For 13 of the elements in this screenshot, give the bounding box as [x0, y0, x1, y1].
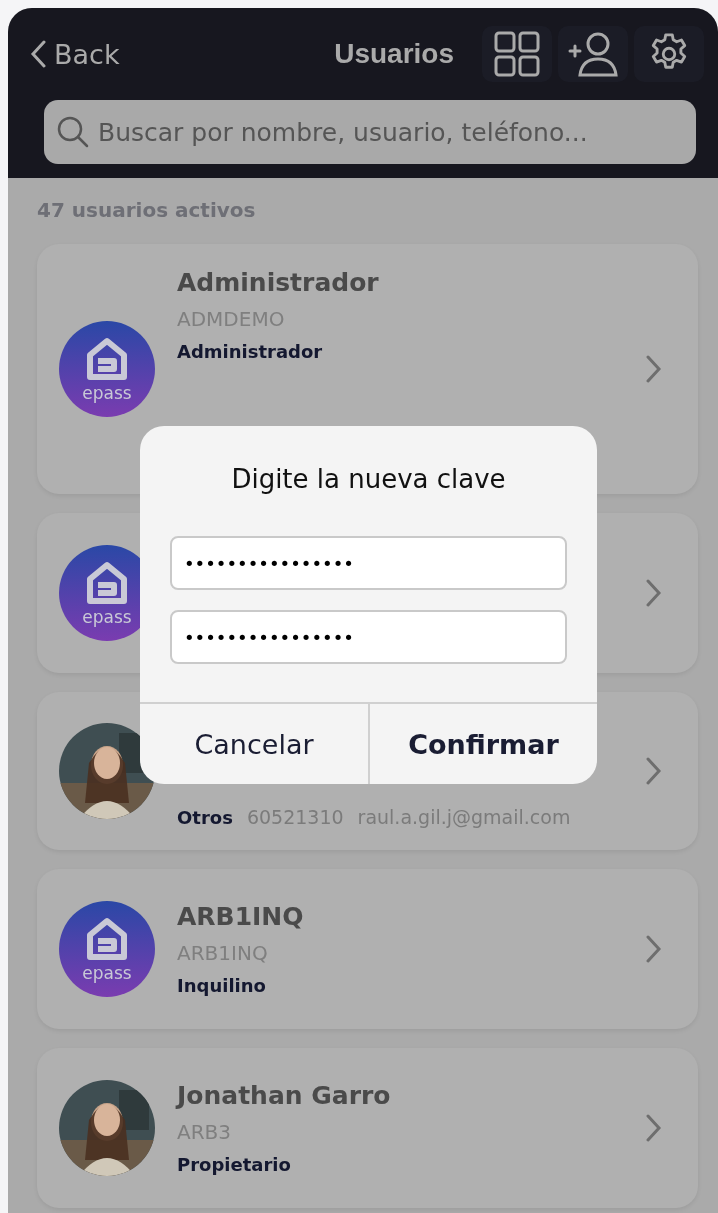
user-name: ARB1INQ: [177, 902, 305, 931]
user-role: Administrador: [177, 341, 323, 362]
user-name: Administrador: [177, 268, 380, 297]
user-role: Inquilino: [177, 975, 266, 996]
dialog-title: Digite la nueva clave: [230, 463, 507, 496]
user-name: Jonathan Garro: [177, 1081, 392, 1110]
logo-text: epass: [82, 964, 132, 982]
screen-title: Usuarios: [334, 38, 454, 70]
logo-text: epass: [82, 384, 132, 402]
user-role: Otros: [177, 807, 233, 828]
logo-text: epass: [82, 608, 132, 626]
user-role: Propietario: [177, 1154, 291, 1175]
user-count: 47 usuarios activos: [36, 197, 257, 222]
